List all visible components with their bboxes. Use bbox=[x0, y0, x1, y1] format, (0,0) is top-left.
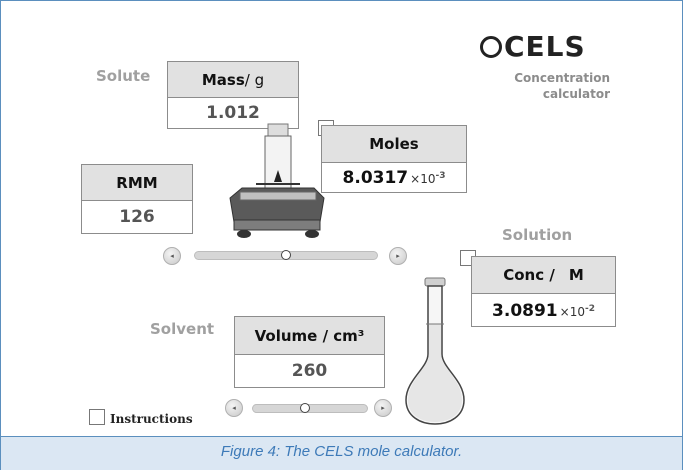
mass-header: Mass / g bbox=[168, 62, 298, 98]
volume-decrease-button[interactable]: ◂ bbox=[225, 399, 243, 417]
mass-increase-glyph: ▸ bbox=[396, 252, 400, 260]
volumetric-flask-icon bbox=[405, 277, 465, 425]
mass-header-label: Mass bbox=[201, 70, 245, 89]
rmm-box: RMM 126 bbox=[81, 164, 193, 234]
volume-increase-button[interactable]: ▸ bbox=[374, 399, 392, 417]
moles-exponent: -3 bbox=[435, 171, 446, 181]
conc-header-unit: M bbox=[568, 266, 584, 284]
conc-header-label: Conc / bbox=[503, 266, 555, 284]
conc-box: Conc / M 3.0891 ×10 -2 bbox=[471, 256, 616, 327]
moles-header: Moles bbox=[322, 126, 466, 163]
logo-icon bbox=[480, 36, 502, 58]
logo-text: CELS bbox=[504, 30, 586, 63]
mass-header-unit: / g bbox=[244, 70, 265, 89]
logo-line-1: Concentration bbox=[514, 71, 610, 85]
volume-increase-glyph: ▸ bbox=[381, 404, 385, 412]
mass-decrease-button[interactable]: ◂ bbox=[163, 247, 181, 265]
balance-scale-icon bbox=[229, 123, 325, 238]
mass-box: Mass / g 1.012 bbox=[167, 61, 299, 129]
mass-decrease-glyph: ◂ bbox=[170, 252, 174, 260]
volume-slider-track[interactable] bbox=[252, 404, 368, 413]
conc-exponent: -2 bbox=[584, 303, 595, 314]
mass-slider-knob[interactable] bbox=[281, 250, 291, 260]
conc-value: 3.0891 ×10 -2 bbox=[472, 294, 615, 327]
figure-caption: Figure 4: The CELS mole calculator. bbox=[220, 443, 463, 460]
volume-decrease-glyph: ◂ bbox=[232, 404, 236, 412]
rmm-header: RMM bbox=[82, 165, 192, 201]
rmm-value[interactable]: 126 bbox=[82, 201, 192, 233]
volume-box: Volume / cm³ 260 bbox=[234, 316, 385, 388]
conc-header: Conc / M bbox=[472, 257, 615, 294]
instructions-checkbox[interactable] bbox=[89, 409, 105, 425]
moles-value: 8.0317 ×10 -3 bbox=[322, 163, 466, 193]
conc-times: ×10 bbox=[559, 304, 585, 319]
solution-label: Solution bbox=[502, 226, 573, 244]
solvent-label: Solvent bbox=[150, 320, 215, 338]
cels-logo: CELS bbox=[480, 30, 586, 63]
solute-label: Solute bbox=[96, 67, 151, 85]
moles-mantissa: 8.0317 bbox=[342, 168, 409, 188]
moles-box: Moles 8.0317 ×10 -3 bbox=[321, 125, 467, 193]
logo-subtitle: Concentration calculator bbox=[480, 70, 610, 102]
logo-line-2: calculator bbox=[542, 87, 610, 101]
instructions-label[interactable]: Instructions bbox=[110, 412, 193, 426]
volume-value[interactable]: 260 bbox=[235, 355, 384, 387]
moles-times: ×10 bbox=[410, 172, 436, 186]
volume-header: Volume / cm³ bbox=[235, 317, 384, 355]
mass-increase-button[interactable]: ▸ bbox=[389, 247, 407, 265]
conc-mantissa: 3.0891 bbox=[492, 300, 558, 321]
